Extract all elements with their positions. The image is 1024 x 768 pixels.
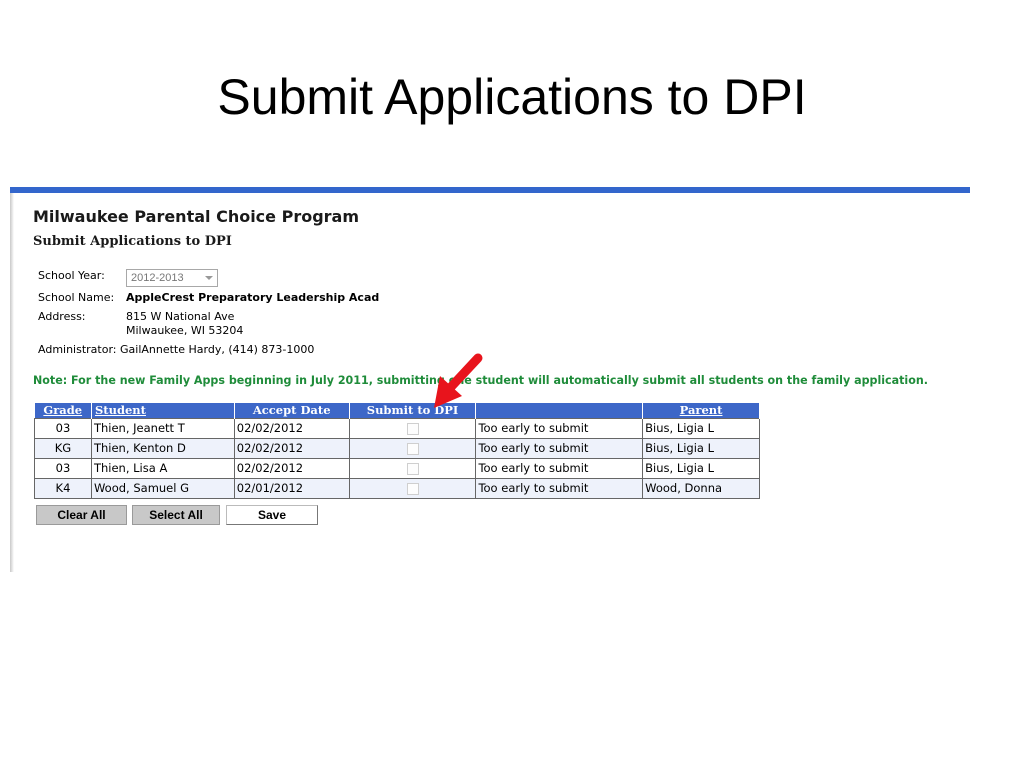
administrator-row: Administrator: GailAnnette Hardy, (414) …	[38, 343, 314, 356]
cell-status: Too early to submit	[475, 477, 644, 499]
cell-status: Too early to submit	[475, 437, 644, 459]
clear-all-button[interactable]: Clear All	[36, 505, 127, 525]
table-row: 03 Thien, Lisa A 02/02/2012 Too early to su…	[34, 457, 760, 479]
table-row: 03 Thien, Jeanett T 02/02/2012 Too early to…	[34, 417, 760, 439]
table-row: K4 Wood, Samuel G 02/01/2012 Too early to s…	[34, 477, 760, 499]
table-header-row: Grade Student Accept Date Submit to DPI …	[34, 403, 760, 418]
cell-accept-date: 02/02/2012	[233, 457, 350, 479]
chevron-down-icon	[205, 276, 213, 280]
program-title: Milwaukee Parental Choice Program	[33, 207, 360, 226]
cell-student: Thien, Jeanett T	[90, 417, 235, 439]
cell-grade: 03	[34, 417, 92, 439]
cell-status: Too early to submit	[475, 457, 644, 479]
cell-parent: Wood, Donna	[642, 477, 760, 499]
left-shade	[10, 193, 14, 572]
cell-parent: Bius, Ligia L	[642, 437, 760, 459]
school-year-value: 2012-2013	[131, 272, 184, 284]
screenshot-panel: Milwaukee Parental Choice Program Submit…	[10, 187, 970, 572]
address-label: Address:	[38, 310, 86, 323]
submit-checkbox[interactable]	[406, 442, 419, 455]
school-name-label: School Name:	[38, 291, 115, 304]
cell-status: Too early to submit	[475, 417, 644, 439]
submit-checkbox[interactable]	[406, 462, 419, 475]
cell-grade: K4	[34, 477, 92, 499]
header-accept-date: Accept Date	[234, 403, 350, 418]
administrator-label: Administrator:	[38, 343, 117, 356]
table-row: KG Thien, Kenton D 02/02/2012 Too early to …	[34, 437, 760, 459]
cell-grade: 03	[34, 457, 92, 479]
cell-grade: KG	[34, 437, 92, 459]
page-subtitle: Submit Applications to DPI	[33, 234, 232, 249]
cell-student: Wood, Samuel G	[90, 477, 235, 499]
cell-student: Thien, Lisa A	[90, 457, 235, 479]
select-all-button[interactable]: Select All	[132, 505, 220, 525]
cell-submit	[348, 457, 477, 479]
cell-accept-date: 02/02/2012	[233, 437, 350, 459]
school-year-select[interactable]: 2012-2013	[126, 269, 218, 287]
school-year-label: School Year:	[38, 269, 105, 282]
cell-accept-date: 02/01/2012	[233, 477, 350, 499]
school-name-value: AppleCrest Preparatory Leadership Acad	[126, 291, 380, 304]
address-line1: 815 W National Ave	[126, 310, 235, 323]
school-name-row: School Name: AppleCrest Preparatory Leade…	[38, 291, 379, 304]
header-student[interactable]: Student	[91, 403, 235, 418]
cell-parent: Bius, Ligia L	[642, 417, 760, 439]
save-button[interactable]: Save	[226, 505, 318, 525]
cell-submit	[348, 477, 477, 499]
top-bar	[10, 187, 970, 193]
header-status	[475, 403, 644, 418]
slide-title: Submit Applications to DPI	[217, 69, 807, 125]
address-row: Address: 815 W National Ave	[38, 310, 234, 323]
red-arrow-icon	[434, 353, 483, 408]
school-year-row: School Year:	[38, 269, 126, 282]
header-grade[interactable]: Grade	[34, 403, 92, 418]
cell-submit	[348, 417, 477, 439]
cell-submit	[348, 437, 477, 459]
cell-parent: Bius, Ligia L	[642, 457, 760, 479]
cell-student: Thien, Kenton D	[90, 437, 235, 459]
submit-checkbox[interactable]	[406, 422, 419, 435]
header-parent[interactable]: Parent	[642, 403, 760, 418]
cell-accept-date: 02/02/2012	[233, 417, 350, 439]
address-line2: Milwaukee, WI 53204	[126, 324, 244, 337]
administrator-value: GailAnnette Hardy, (414) 873-1000	[120, 343, 315, 356]
applications-table: Grade Student Accept Date Submit to DPI …	[34, 403, 760, 499]
submit-checkbox[interactable]	[406, 482, 419, 495]
